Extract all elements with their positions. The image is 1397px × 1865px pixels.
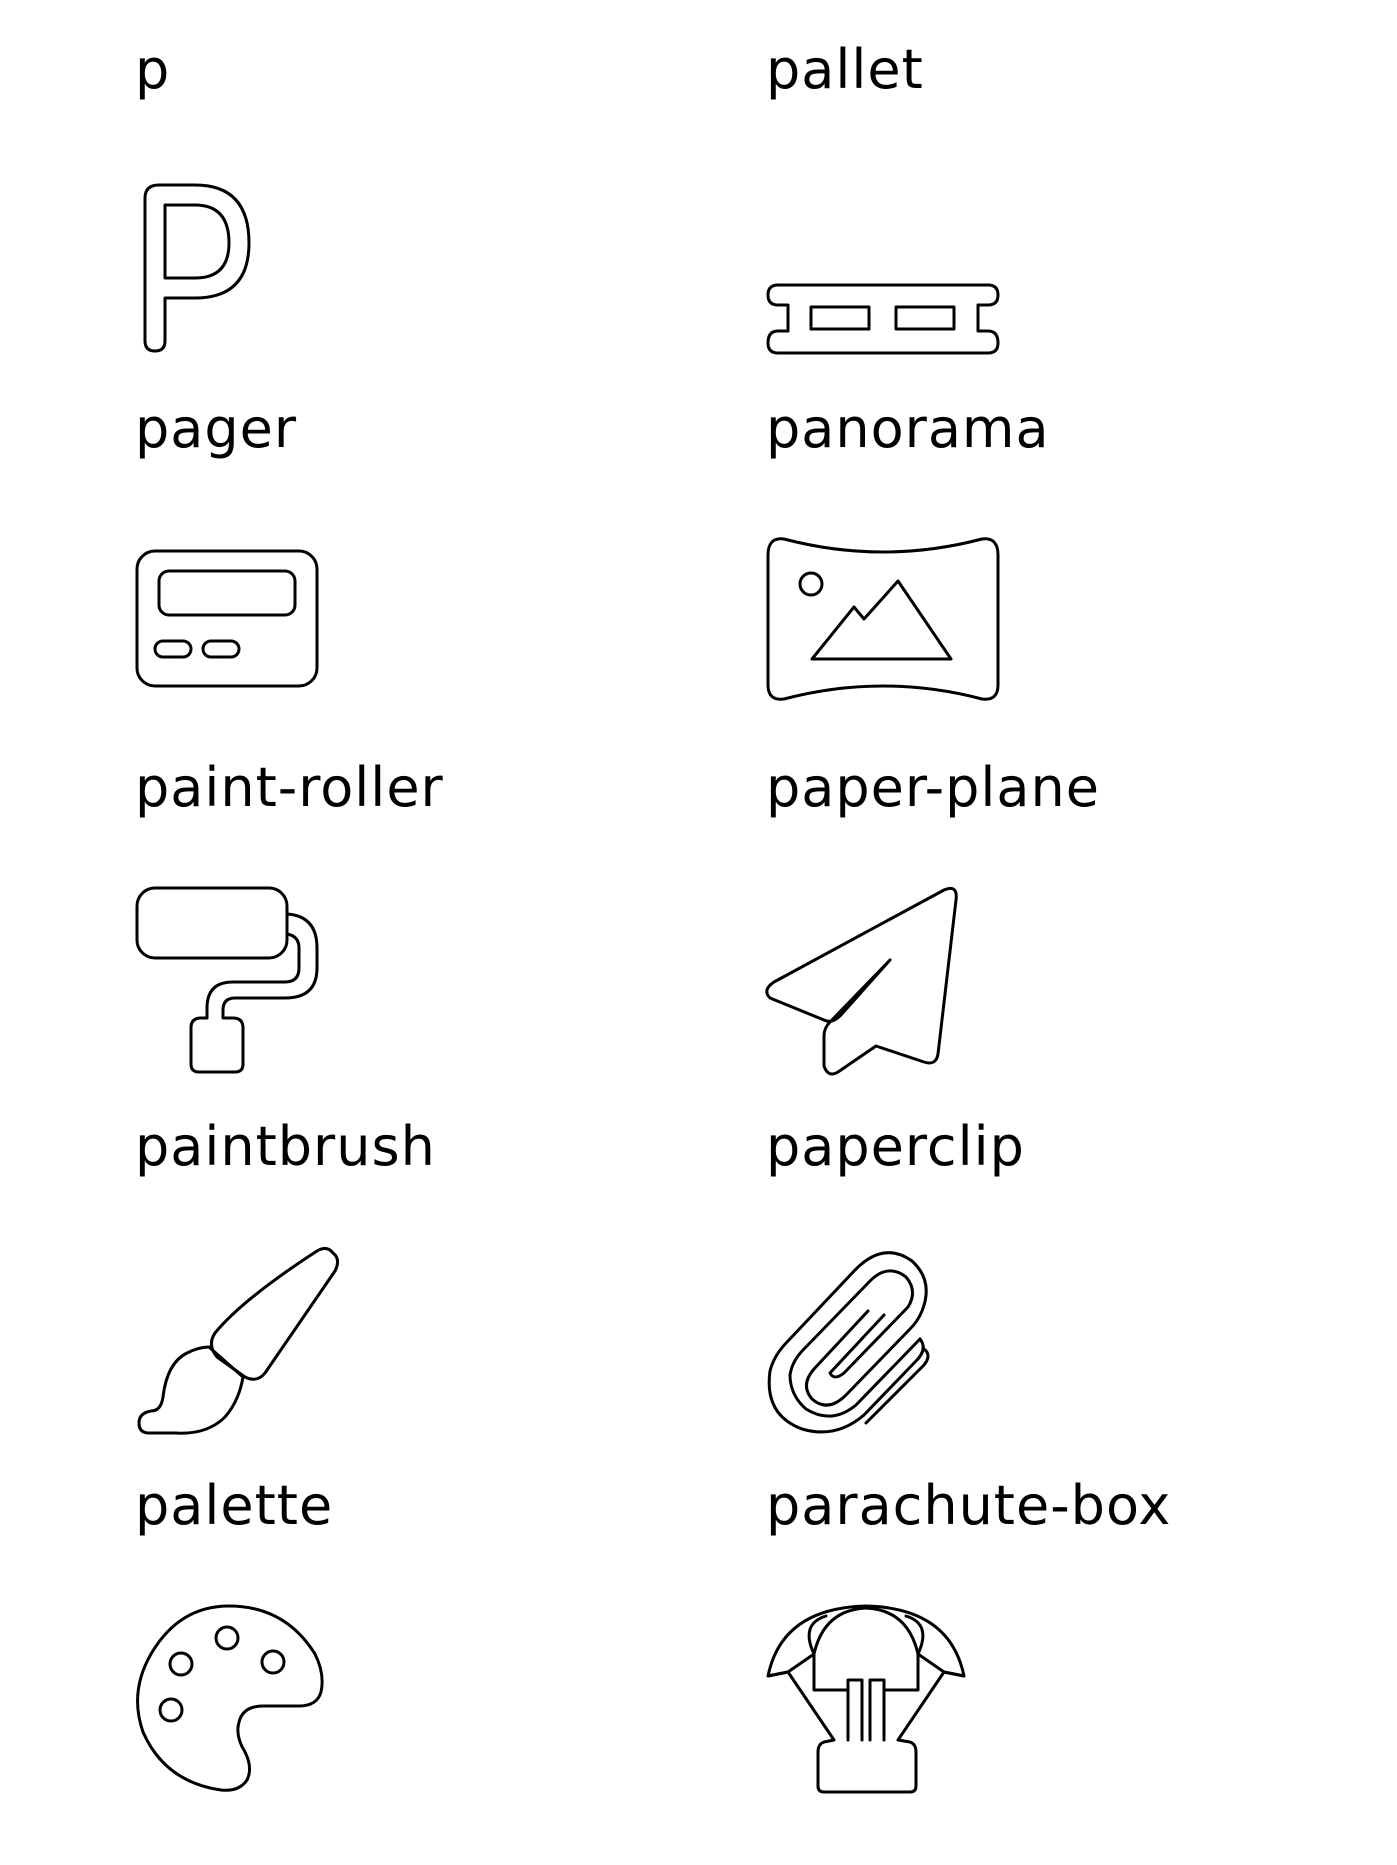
pallet-icon	[766, 283, 1000, 355]
pager-icon	[135, 549, 319, 688]
parachute-box-icon	[766, 1604, 966, 1794]
icon-label: paintbrush	[135, 1115, 436, 1178]
panorama-icon	[766, 537, 1000, 701]
icon-label: paper-plane	[766, 756, 1100, 819]
icon-label: paperclip	[766, 1115, 1025, 1178]
p-letter-icon	[143, 183, 251, 353]
paperclip-icon	[767, 1251, 930, 1434]
icon-label: palette	[135, 1474, 334, 1537]
icon-label: panorama	[766, 397, 1050, 460]
paint-roller-icon	[135, 886, 319, 1074]
icon-label: pallet	[766, 38, 924, 101]
icon-label: pager	[135, 397, 298, 460]
icon-label: p	[135, 38, 171, 101]
paintbrush-icon	[137, 1246, 340, 1435]
icon-label: parachute-box	[766, 1474, 1172, 1537]
paper-plane-icon	[765, 886, 958, 1076]
palette-icon	[136, 1604, 324, 1792]
icon-label: paint-roller	[135, 756, 444, 819]
